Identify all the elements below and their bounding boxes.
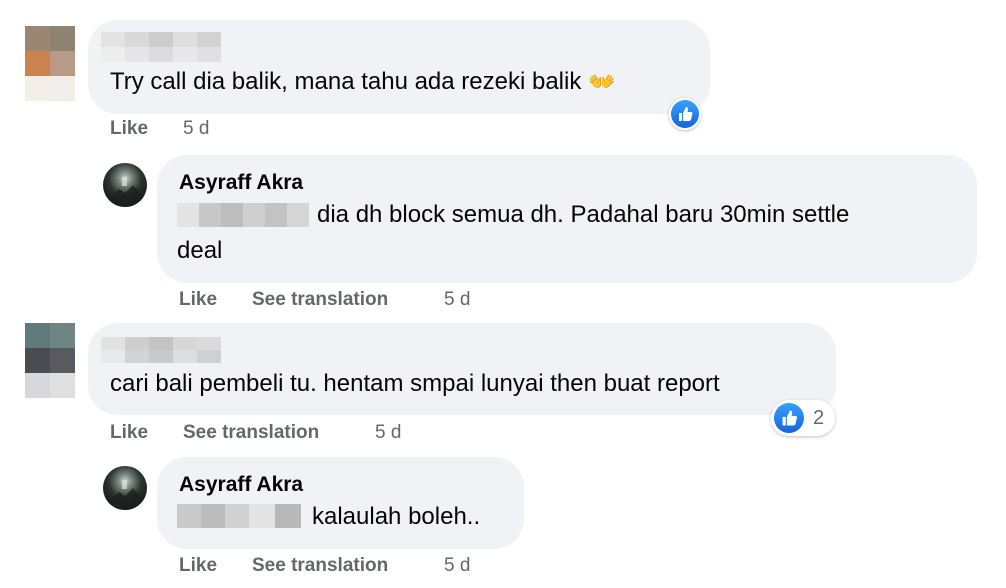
avatar-pixelated[interactable] (25, 323, 75, 398)
timestamp[interactable]: 5 d (444, 555, 470, 577)
like-button[interactable]: Like (110, 118, 148, 140)
comment-text-line-2: deal (177, 237, 223, 264)
redacted-author-name (101, 337, 241, 363)
comment-text: cari bali pembeli tu. hentam smpai lunya… (110, 370, 720, 397)
avatar-pixelated[interactable] (25, 26, 75, 101)
comment-bubble: cari bali pembeli tu. hentam smpai lunya… (88, 323, 836, 415)
timestamp[interactable]: 5 d (183, 118, 209, 140)
comment-author-name[interactable]: Asyraff Akra (179, 171, 303, 195)
reaction-count: 2 (813, 407, 825, 429)
timestamp[interactable]: 5 d (375, 422, 401, 444)
see-translation-link[interactable]: See translation (183, 422, 319, 444)
open-hands-emoji: 👐 (588, 69, 616, 94)
see-translation-link[interactable]: See translation (252, 289, 388, 311)
redacted-mention (177, 504, 301, 528)
see-translation-link[interactable]: See translation (252, 555, 388, 577)
comment-text: Try call dia balik, mana tahu ada rezeki… (110, 68, 616, 95)
like-button[interactable]: Like (179, 555, 217, 577)
comment-author-name[interactable]: Asyraff Akra (179, 473, 303, 497)
like-icon (782, 410, 797, 426)
comment-bubble: Try call dia balik, mana tahu ada rezeki… (88, 20, 710, 114)
redacted-mention (177, 203, 309, 227)
reply-bubble: Asyraff Akra kalaulah boleh.. (157, 457, 524, 549)
reply-bubble: Asyraff Akra dia dh block semua dh. Pada… (157, 155, 977, 283)
like-button[interactable]: Like (179, 289, 217, 311)
avatar[interactable] (103, 163, 147, 207)
timestamp[interactable]: 5 d (444, 289, 470, 311)
avatar[interactable] (103, 466, 147, 510)
comment-text-line-1: dia dh block semua dh. Padahal baru 30mi… (317, 201, 850, 228)
reaction-summary[interactable]: 2 (771, 400, 835, 436)
like-reaction-badge[interactable] (669, 98, 701, 130)
like-button[interactable]: Like (110, 422, 148, 444)
like-icon (679, 107, 693, 121)
comment-text: kalaulah boleh.. (312, 503, 481, 530)
redacted-author-name (101, 32, 241, 62)
